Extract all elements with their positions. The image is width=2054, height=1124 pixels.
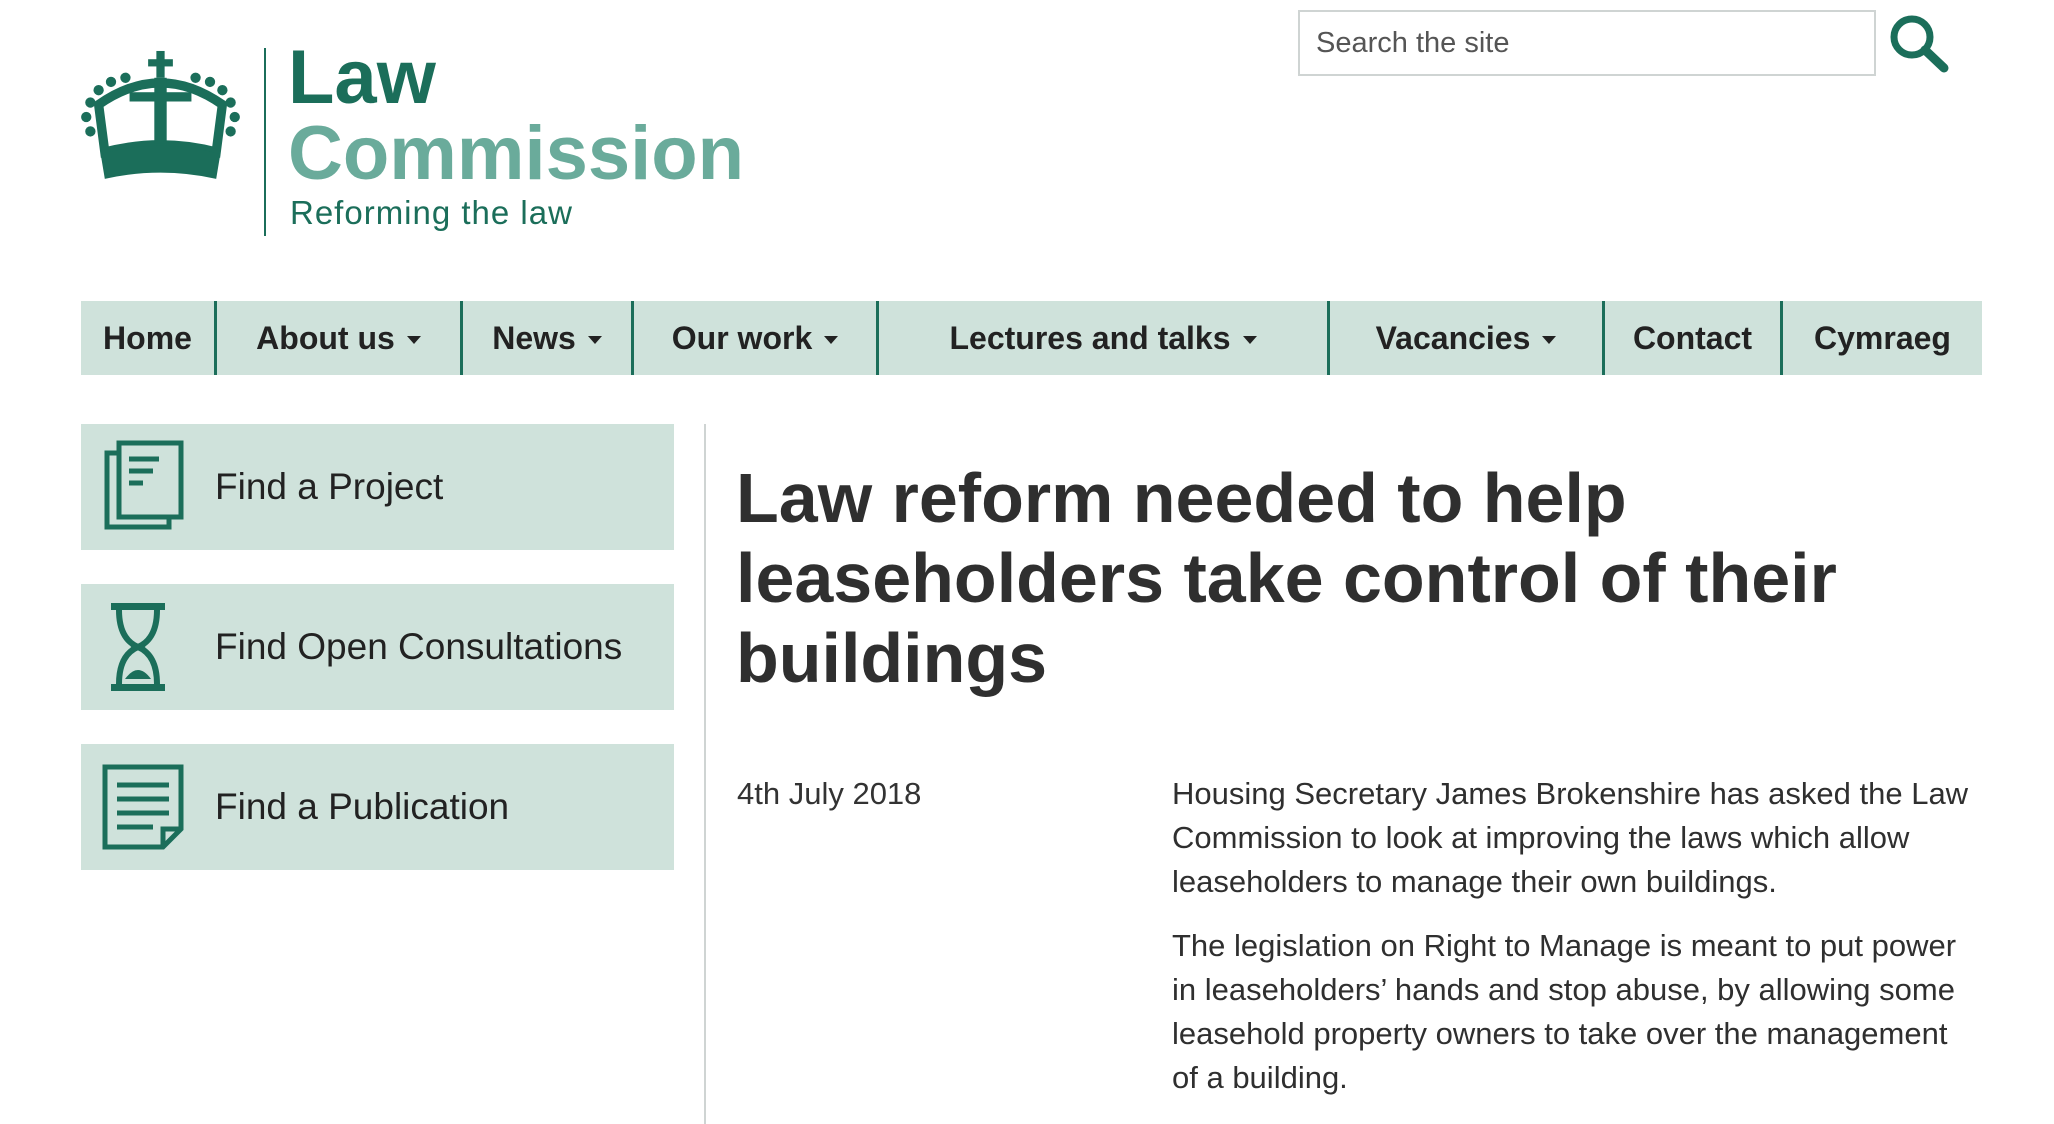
nav-item-label: Contact [1632,319,1753,356]
content-divider [704,424,706,1124]
search-button[interactable] [1886,12,1952,74]
nav-item-label: About us [256,319,395,356]
find-project-card[interactable]: Find a Project [81,424,674,550]
nav-item-our-work[interactable]: Our work [634,301,879,375]
crown-icon [81,50,240,179]
nav-item-label: Home [103,319,192,356]
article-body: Housing Secretary James Brokenshire has … [1172,772,1972,1120]
logo-title-commission: Commission [288,111,745,196]
article-title: Law reform needed to help leaseholders t… [736,459,1837,697]
document-icon [102,764,184,850]
logo-tagline: Reforming the law [290,194,573,231]
article-date: 4th July 2018 [737,776,922,811]
find-publication-label: Find a Publication [215,786,510,827]
nav-item-cymraeg[interactable]: Cymraeg [1783,301,1982,375]
nav-item-about-us[interactable]: About us [217,301,463,375]
main-nav: Home About us News Our work Lectures and… [81,301,1982,375]
find-open-consultations-card[interactable]: Find Open Consultations [81,584,674,710]
search-input[interactable] [1298,10,1876,76]
caret-down-icon [824,336,839,344]
search-icon [1890,15,1949,73]
book-icon [104,440,184,530]
caret-down-icon [587,336,602,344]
nav-item-lectures-and-talks[interactable]: Lectures and talks [879,301,1330,375]
find-publication-card[interactable]: Find a Publication [81,744,674,870]
logo-divider [264,48,266,236]
nav-item-label: Cymraeg [1814,319,1951,356]
nav-item-label: Vacancies [1375,319,1531,356]
nav-item-label: News [492,319,576,356]
nav-item-label: Lectures and talks [949,319,1231,356]
nav-item-contact[interactable]: Contact [1605,301,1783,375]
article-paragraph: Housing Secretary James Brokenshire has … [1172,776,1969,899]
caret-down-icon [1242,336,1257,344]
nav-item-home[interactable]: Home [81,301,217,375]
caret-down-icon [1542,336,1557,344]
caret-down-icon [406,336,421,344]
nav-item-news[interactable]: News [463,301,634,375]
site-logo[interactable]: Law Commission Reforming the law [78,40,744,238]
hourglass-icon [111,603,165,691]
logo-title-law: Law [288,35,436,120]
nav-item-vacancies[interactable]: Vacancies [1330,301,1605,375]
find-open-consultations-label: Find Open Consultations [215,626,623,667]
article-paragraph: The legislation on Right to Manage is me… [1172,928,1957,1095]
nav-item-label: Our work [671,319,813,356]
find-project-label: Find a Project [215,466,444,507]
